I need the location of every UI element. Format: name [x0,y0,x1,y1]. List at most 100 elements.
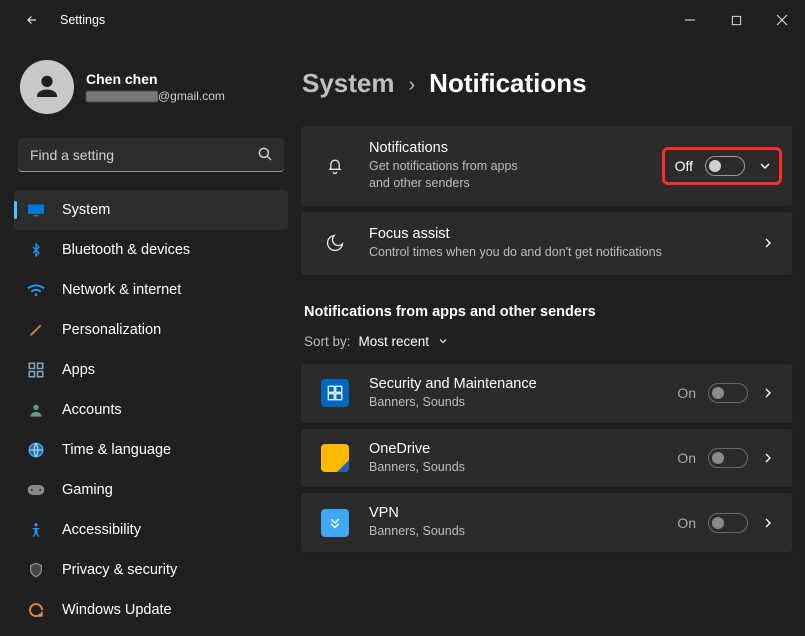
chevron-right-icon[interactable] [760,450,776,466]
sidebar-item-label: Time & language [62,442,171,458]
card-text: OneDrive Banners, Sounds [369,441,677,476]
app-name: VPN [369,505,677,521]
app-name: Security and Maintenance [369,376,677,392]
nav-list: System Bluetooth & devices Network & int… [8,190,294,630]
sidebar-item-system[interactable]: System [14,190,288,230]
chevron-right-icon[interactable] [760,385,776,401]
accessibility-icon [26,520,46,540]
notifications-toggle[interactable] [705,156,745,176]
sidebar-item-personalization[interactable]: Personalization [14,310,288,350]
sidebar-item-label: Accessibility [62,522,141,538]
profile-text: Chen chen @gmail.com [86,71,225,103]
profile-name: Chen chen [86,71,225,87]
notifications-toggle-highlight: Off [662,147,782,185]
close-button[interactable] [759,0,805,40]
profile-email: @gmail.com [86,89,225,103]
section-title: Notifications from apps and other sender… [304,304,793,320]
chevron-down-icon[interactable] [757,158,773,174]
sidebar-item-label: Accounts [62,402,122,418]
sidebar-item-privacy[interactable]: Privacy & security [14,550,288,590]
sidebar-item-accessibility[interactable]: Accessibility [14,510,288,550]
email-suffix: @gmail.com [158,89,225,103]
sidebar-item-accounts[interactable]: Accounts [14,390,288,430]
sidebar-item-apps[interactable]: Apps [14,350,288,390]
sidebar-item-label: System [62,202,110,218]
focus-assist-card[interactable]: Focus assist Control times when you do a… [300,211,793,276]
search-input[interactable] [18,138,284,172]
moon-icon [321,229,349,257]
security-maintenance-icon [321,379,349,407]
globe-icon [26,440,46,460]
apps-icon [26,360,46,380]
wifi-icon [26,280,46,300]
chevron-right-icon[interactable] [760,235,776,251]
search-field-wrap [18,138,284,172]
app-sub: Banners, Sounds [369,394,677,411]
card-text: Notifications Get notifications from app… [369,140,662,192]
sidebar-item-gaming[interactable]: Gaming [14,470,288,510]
onedrive-icon [321,444,349,472]
sidebar-item-update[interactable]: Windows Update [14,590,288,630]
app-row-onedrive[interactable]: OneDrive Banners, Sounds On [300,428,793,489]
person-icon [32,72,62,102]
card-description: Control times when you do and don't get … [369,244,760,261]
bluetooth-icon [26,240,46,260]
chevron-right-icon[interactable] [760,515,776,531]
app-toggle[interactable] [708,383,748,403]
sidebar-item-label: Privacy & security [62,562,177,578]
update-icon [26,600,46,620]
sidebar-item-label: Network & internet [62,282,181,298]
card-text: Security and Maintenance Banners, Sounds [369,376,677,411]
maximize-button[interactable] [713,0,759,40]
notifications-card[interactable]: Notifications Get notifications from app… [300,125,793,207]
page-title: Notifications [429,68,586,99]
sidebar-item-time[interactable]: Time & language [14,430,288,470]
sidebar-item-network[interactable]: Network & internet [14,270,288,310]
sort-label: Sort by: [304,334,351,349]
profile-row[interactable]: Chen chen @gmail.com [8,50,294,132]
card-action [760,235,776,251]
app-name: OneDrive [369,441,677,457]
app-toggle[interactable] [708,513,748,533]
breadcrumb-parent[interactable]: System [302,68,395,99]
sidebar-item-label: Bluetooth & devices [62,242,190,258]
card-action: On [677,448,776,468]
vpn-icon [321,509,349,537]
app-toggle[interactable] [708,448,748,468]
email-masked-part [86,91,158,102]
back-button[interactable] [18,6,46,34]
app-sub: Banners, Sounds [369,459,677,476]
window-controls [667,0,805,40]
app-row-vpn[interactable]: VPN Banners, Sounds On [300,492,793,553]
chevron-right-icon: › [409,74,416,97]
close-icon [776,14,788,26]
search-icon [256,145,274,166]
card-action: On [677,513,776,533]
card-description: Get notifications from apps and other se… [369,158,519,192]
sidebar: Chen chen @gmail.com System [0,40,300,636]
sidebar-item-label: Windows Update [62,602,172,618]
sort-value: Most recent [359,334,430,349]
card-title: Focus assist [369,226,760,242]
sort-dropdown[interactable]: Sort by: Most recent [304,334,793,349]
arrow-left-icon [25,13,39,27]
toggle-state-label: On [677,450,696,466]
app-sub: Banners, Sounds [369,523,677,540]
app-row-security[interactable]: Security and Maintenance Banners, Sounds… [300,363,793,424]
maximize-icon [731,15,742,26]
shield-icon [26,560,46,580]
toggle-state-label: On [677,515,696,531]
sidebar-item-bluetooth[interactable]: Bluetooth & devices [14,230,288,270]
sidebar-item-label: Apps [62,362,95,378]
breadcrumb: System › Notifications [302,68,793,99]
avatar [20,60,74,114]
person-icon [26,400,46,420]
chevron-down-icon [437,335,449,347]
minimize-button[interactable] [667,0,713,40]
main-panel: System › Notifications Notifications Get… [300,40,805,636]
sidebar-item-label: Personalization [62,322,161,338]
toggle-state-label: On [677,385,696,401]
toggle-state-label: Off [675,158,693,174]
gamepad-icon [26,480,46,500]
app-title: Settings [60,13,105,27]
